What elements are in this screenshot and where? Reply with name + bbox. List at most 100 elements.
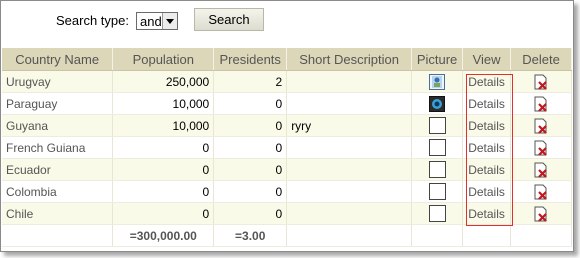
table-row: Urugvay 250,000 2 Details bbox=[2, 70, 572, 93]
empty-picture-icon[interactable] bbox=[428, 205, 446, 222]
col-header-country-name[interactable]: Country Name bbox=[2, 48, 114, 71]
total-population: =300,000.00 bbox=[112, 224, 215, 247]
col-header-population[interactable]: Population bbox=[112, 48, 215, 71]
empty-picture-icon[interactable] bbox=[428, 117, 446, 134]
totals-row: =300,000.00 =3.00 bbox=[2, 224, 572, 247]
total-presidents: =3.00 bbox=[213, 224, 288, 247]
cell-presidents: 0 bbox=[213, 180, 288, 203]
cell-country: Urugvay bbox=[2, 70, 114, 93]
search-type-select[interactable]: and bbox=[136, 12, 178, 30]
delete-icon[interactable] bbox=[533, 118, 549, 134]
cell-view: Details bbox=[462, 92, 512, 115]
cell-view: Details bbox=[462, 180, 512, 203]
details-link[interactable]: Details bbox=[468, 185, 505, 199]
cell-country: Paraguay bbox=[2, 92, 114, 115]
empty-picture-icon[interactable] bbox=[428, 161, 446, 178]
cell-picture bbox=[411, 202, 464, 225]
cell-population: 250,000 bbox=[112, 70, 215, 93]
cell-population: 0 bbox=[112, 202, 215, 225]
chevron-down-icon[interactable] bbox=[162, 13, 177, 29]
delete-icon[interactable] bbox=[533, 96, 549, 112]
table-row: French Guiana 0 0 Details bbox=[2, 136, 572, 159]
cell-population: 0 bbox=[112, 158, 215, 181]
delete-icon[interactable] bbox=[533, 74, 549, 90]
cell-view: Details bbox=[462, 136, 512, 159]
col-header-presidents[interactable]: Presidents bbox=[213, 48, 288, 71]
cell-country: Colombia bbox=[2, 180, 114, 203]
empty-picture-icon[interactable] bbox=[428, 139, 446, 156]
cell-picture bbox=[411, 70, 464, 93]
cell-description bbox=[286, 92, 413, 115]
image-thumbnail-icon[interactable] bbox=[429, 73, 446, 90]
cell-delete bbox=[510, 70, 572, 93]
col-header-view: View bbox=[462, 48, 512, 71]
cell-presidents: 0 bbox=[213, 136, 288, 159]
col-header-picture: Picture bbox=[411, 48, 464, 71]
cell-country: French Guiana bbox=[2, 136, 114, 159]
delete-icon[interactable] bbox=[533, 140, 549, 156]
table-row: Chile 0 0 Details bbox=[2, 202, 572, 225]
camera-thumbnail-icon[interactable] bbox=[429, 95, 446, 112]
details-link[interactable]: Details bbox=[468, 163, 505, 177]
search-type-value: and bbox=[140, 14, 162, 29]
details-link[interactable]: Details bbox=[468, 97, 505, 111]
table-row: Guyana 10,000 0 ryry Details bbox=[2, 114, 572, 137]
table-row: Paraguay 10,000 0 Details bbox=[2, 92, 572, 115]
cell-delete bbox=[510, 180, 572, 203]
cell-presidents: 0 bbox=[213, 158, 288, 181]
totals-empty-cell bbox=[2, 224, 114, 247]
search-type-label: Search type: bbox=[56, 13, 129, 28]
cell-delete bbox=[510, 114, 572, 137]
cell-country: Chile bbox=[2, 202, 114, 225]
cell-population: 0 bbox=[112, 136, 215, 159]
col-header-delete: Delete bbox=[510, 48, 572, 71]
totals-empty-cell bbox=[462, 224, 512, 247]
cell-description bbox=[286, 180, 413, 203]
cell-description bbox=[286, 70, 413, 93]
details-link[interactable]: Details bbox=[468, 119, 505, 133]
cell-population: 10,000 bbox=[112, 92, 215, 115]
cell-population: 0 bbox=[112, 180, 215, 203]
totals-empty-cell bbox=[510, 224, 572, 247]
cell-presidents: 2 bbox=[213, 70, 288, 93]
cell-picture bbox=[411, 92, 464, 115]
cell-description bbox=[286, 158, 413, 181]
details-link[interactable]: Details bbox=[468, 207, 505, 221]
cell-population: 10,000 bbox=[112, 114, 215, 137]
empty-picture-icon[interactable] bbox=[428, 183, 446, 200]
cell-picture bbox=[411, 158, 464, 181]
search-button[interactable]: Search bbox=[194, 8, 264, 31]
cell-presidents: 0 bbox=[213, 202, 288, 225]
cell-view: Details bbox=[462, 158, 512, 181]
delete-icon[interactable] bbox=[533, 184, 549, 200]
cell-view: Details bbox=[462, 114, 512, 137]
cell-country: Ecuador bbox=[2, 158, 114, 181]
delete-icon[interactable] bbox=[533, 162, 549, 178]
cell-view: Details bbox=[462, 70, 512, 93]
countries-table: Country Name Population Presidents Short… bbox=[2, 48, 572, 247]
cell-delete bbox=[510, 136, 572, 159]
cell-picture bbox=[411, 180, 464, 203]
totals-empty-cell bbox=[286, 224, 413, 247]
cell-country: Guyana bbox=[2, 114, 114, 137]
table-row: Colombia 0 0 Details bbox=[2, 180, 572, 203]
totals-empty-cell bbox=[411, 224, 464, 247]
delete-icon[interactable] bbox=[533, 206, 549, 222]
table-row: Ecuador 0 0 Details bbox=[2, 158, 572, 181]
cell-delete bbox=[510, 202, 572, 225]
cell-view: Details bbox=[462, 202, 512, 225]
cell-picture bbox=[411, 136, 464, 159]
details-link[interactable]: Details bbox=[468, 75, 505, 89]
details-link[interactable]: Details bbox=[468, 141, 505, 155]
cell-delete bbox=[510, 158, 572, 181]
cell-description: ryry bbox=[286, 114, 413, 137]
cell-delete bbox=[510, 92, 572, 115]
cell-picture bbox=[411, 114, 464, 137]
cell-presidents: 0 bbox=[213, 92, 288, 115]
cell-description bbox=[286, 136, 413, 159]
grid-window: Search type: and Search Country Name Pop… bbox=[0, 0, 574, 252]
search-bar: Search type: and Search bbox=[1, 1, 573, 47]
col-header-short-description[interactable]: Short Description bbox=[286, 48, 413, 71]
cell-presidents: 0 bbox=[213, 114, 288, 137]
cell-description bbox=[286, 202, 413, 225]
